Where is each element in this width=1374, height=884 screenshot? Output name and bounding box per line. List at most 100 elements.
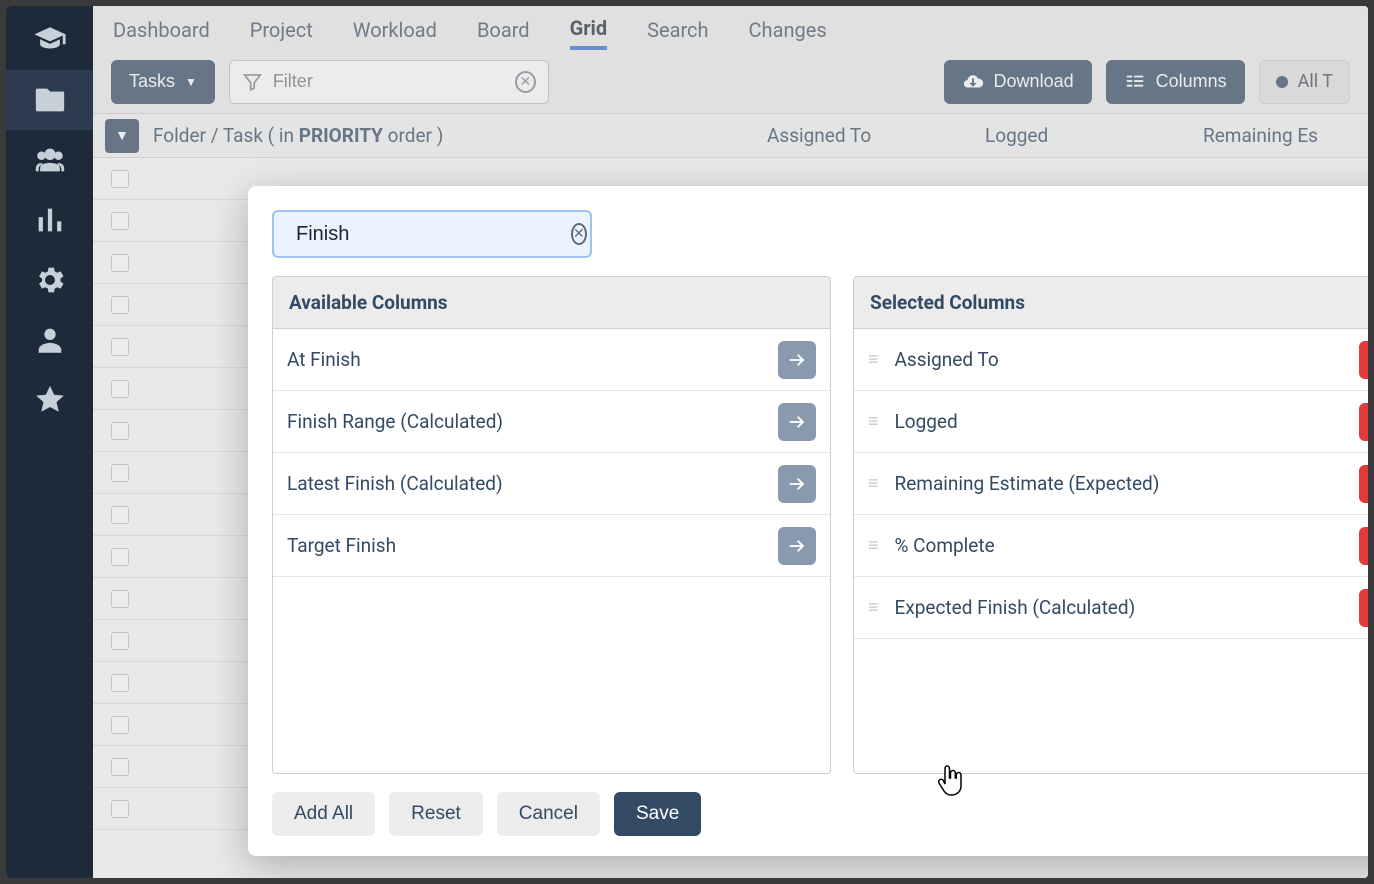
filter-input[interactable] (273, 71, 505, 92)
remove-column-button[interactable] (1359, 403, 1368, 441)
drag-handle-icon[interactable]: ≡ (868, 535, 881, 556)
col-assigned[interactable]: Assigned To (753, 124, 971, 147)
tab-board[interactable]: Board (477, 8, 530, 48)
folder-icon (33, 83, 67, 117)
add-all-button[interactable]: Add All (272, 792, 375, 836)
tab-search[interactable]: Search (647, 8, 708, 48)
columns-button[interactable]: Columns (1106, 60, 1245, 104)
available-item[interactable]: Finish Range (Calculated) (273, 391, 830, 453)
row-checkbox[interactable] (111, 716, 129, 734)
cloud-download-icon (962, 71, 984, 93)
filter-input-wrapper[interactable]: ✕ (229, 60, 549, 104)
arrow-left-icon (1367, 411, 1368, 433)
sidebar-item-star[interactable] (6, 370, 93, 430)
clear-filter-icon[interactable]: ✕ (515, 71, 536, 93)
chart-icon (33, 203, 67, 237)
row-checkbox[interactable] (111, 464, 129, 482)
row-checkbox[interactable] (111, 632, 129, 650)
row-checkbox[interactable] (111, 548, 129, 566)
education-icon (33, 23, 67, 57)
sidebar-item-education[interactable] (6, 10, 93, 70)
selected-header: Selected Columns (854, 277, 1368, 329)
tasks-dropdown[interactable]: Tasks ▼ (111, 60, 215, 104)
column-search-wrapper[interactable]: ✕ (272, 210, 592, 258)
available-item[interactable]: Latest Finish (Calculated) (273, 453, 830, 515)
clear-search-icon[interactable]: ✕ (571, 223, 587, 245)
cancel-button[interactable]: Cancel (497, 792, 600, 836)
tasks-label: Tasks (129, 71, 175, 92)
star-icon (33, 383, 67, 417)
status-filter[interactable]: All T (1259, 60, 1350, 104)
drag-handle-icon[interactable]: ≡ (868, 473, 881, 494)
row-checkbox[interactable] (111, 800, 129, 818)
selected-item[interactable]: ≡ Assigned To (854, 329, 1368, 391)
sidebar-item-people[interactable] (6, 130, 93, 190)
tab-project[interactable]: Project (250, 8, 313, 48)
remove-column-button[interactable] (1359, 341, 1368, 379)
row-checkbox[interactable] (111, 590, 129, 608)
row-checkbox[interactable] (111, 338, 129, 356)
selected-item[interactable]: ≡ % Complete (854, 515, 1368, 577)
column-label: At Finish (287, 348, 764, 371)
grid-header: ▼ Folder / Task ( in PRIORITY order ) As… (93, 114, 1368, 158)
status-dot-icon (1276, 76, 1288, 88)
sidebar-item-user[interactable] (6, 310, 93, 370)
available-header: Available Columns (273, 277, 830, 329)
row-checkbox[interactable] (111, 506, 129, 524)
arrow-right-icon (786, 411, 808, 433)
selected-item[interactable]: ≡ Logged (854, 391, 1368, 453)
user-icon (33, 323, 67, 357)
row-checkbox[interactable] (111, 170, 129, 188)
col-logged[interactable]: Logged (971, 124, 1189, 147)
arrow-left-icon (1367, 349, 1368, 371)
remove-column-button[interactable] (1359, 589, 1368, 627)
row-checkbox[interactable] (111, 758, 129, 776)
col-remaining[interactable]: Remaining Es (1189, 124, 1368, 147)
row-checkbox[interactable] (111, 296, 129, 314)
save-button[interactable]: Save (614, 792, 701, 836)
drag-handle-icon[interactable]: ≡ (868, 411, 881, 432)
column-label: Assigned To (895, 348, 1345, 371)
columns-icon (1124, 71, 1146, 93)
arrow-left-icon (1367, 597, 1368, 619)
selected-item[interactable]: ≡ Remaining Estimate (Expected) (854, 453, 1368, 515)
reset-button[interactable]: Reset (389, 792, 483, 836)
status-label: All T (1298, 71, 1333, 92)
row-checkbox[interactable] (111, 212, 129, 230)
remove-column-button[interactable] (1359, 527, 1368, 565)
tab-grid[interactable]: Grid (570, 6, 608, 50)
tab-changes[interactable]: Changes (749, 8, 827, 48)
columns-modal: ✕ Available Columns At Finish Finish Ran… (248, 186, 1368, 856)
available-item[interactable]: Target Finish (273, 515, 830, 577)
add-column-button[interactable] (778, 403, 816, 441)
add-column-button[interactable] (778, 465, 816, 503)
sidebar-item-folder[interactable] (6, 70, 93, 130)
add-column-button[interactable] (778, 341, 816, 379)
drag-handle-icon[interactable]: ≡ (868, 349, 881, 370)
add-column-button[interactable] (778, 527, 816, 565)
grid-menu-button[interactable]: ▼ (105, 119, 139, 153)
gear-icon (33, 263, 67, 297)
drag-handle-icon[interactable]: ≡ (868, 597, 881, 618)
column-search-input[interactable] (296, 223, 561, 246)
toolbar: Tasks ▼ ✕ Download Columns All T (93, 50, 1368, 114)
col-folder-task[interactable]: Folder / Task ( in PRIORITY order ) (139, 124, 753, 147)
arrow-right-icon (786, 535, 808, 557)
left-sidebar (6, 6, 93, 878)
tab-workload[interactable]: Workload (353, 8, 437, 48)
remove-column-button[interactable] (1359, 465, 1368, 503)
row-checkbox[interactable] (111, 422, 129, 440)
sidebar-item-chart[interactable] (6, 190, 93, 250)
tab-dashboard[interactable]: Dashboard (113, 8, 210, 48)
download-button[interactable]: Download (944, 60, 1092, 104)
row-checkbox[interactable] (111, 380, 129, 398)
selected-panel: Selected Columns ≡ Assigned To ≡ Logged … (853, 276, 1368, 774)
people-icon (33, 143, 67, 177)
available-list: At Finish Finish Range (Calculated) Late… (273, 329, 830, 773)
sidebar-item-settings[interactable] (6, 250, 93, 310)
selected-item[interactable]: ≡ Expected Finish (Calculated) (854, 577, 1368, 639)
row-checkbox[interactable] (111, 674, 129, 692)
row-checkbox[interactable] (111, 254, 129, 272)
column-label: % Complete (895, 534, 1345, 557)
available-item[interactable]: At Finish (273, 329, 830, 391)
